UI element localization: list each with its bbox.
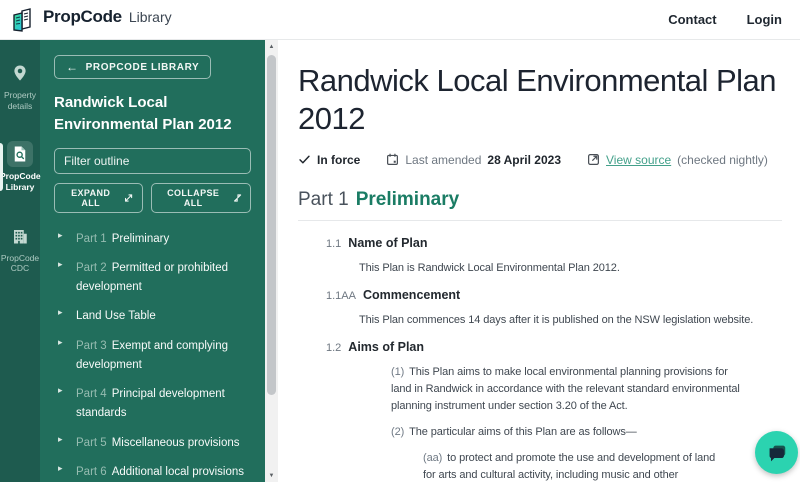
chevron-right-icon[interactable]: ▸: [58, 230, 63, 241]
icon-rail: Property details PropCode Library: [0, 40, 40, 482]
paragraph: (1)This Plan aims to make local environm…: [326, 364, 746, 415]
outline-item-label: Part 3Exempt and complying development: [76, 340, 228, 371]
outline-list: ▸ Part 1Preliminary ▸ Part 2Permitted or pr…: [54, 229, 251, 482]
brand-logo[interactable]: PropCode Library: [10, 7, 172, 33]
expand-icon: [124, 193, 133, 203]
building-icon: [7, 223, 33, 249]
section-number: 1.2: [326, 342, 341, 354]
paragraph: This Plan is Randwick Local Environmenta…: [326, 260, 781, 277]
chevron-right-icon[interactable]: ▸: [58, 434, 63, 445]
outline-item-label: Part 4Principal development standards: [76, 388, 225, 419]
collapse-icon: [233, 193, 242, 203]
chat-bubble-icon: [766, 442, 788, 464]
chat-launcher-button[interactable]: [755, 431, 798, 474]
propcode-logo-icon: [10, 7, 36, 33]
brand-name: PropCode: [43, 7, 122, 27]
section: 1.2 Aims of Plan (1)This Plan aims to make…: [326, 338, 782, 482]
back-button-label: PROPCODE LIBRARY: [86, 62, 200, 73]
location-pin-icon: [7, 60, 33, 86]
back-arrow-icon: ←: [66, 61, 79, 73]
outline-item-label: Part 1Preliminary: [76, 233, 169, 245]
rail-item-label: PropCode Library: [0, 171, 40, 192]
part-number: Part 1: [298, 189, 349, 210]
chevron-right-icon[interactable]: ▸: [58, 307, 63, 318]
part-title: Preliminary: [356, 189, 460, 210]
checked-nightly-note: (checked nightly): [677, 153, 768, 167]
view-source-link[interactable]: View source: [606, 153, 671, 167]
section-number: 1.1: [326, 238, 341, 250]
in-force-status: In force: [298, 153, 360, 167]
brand-suffix: Library: [129, 9, 172, 25]
scroll-up-arrow[interactable]: ▲: [265, 40, 278, 53]
filter-outline-input[interactable]: [54, 148, 251, 174]
paragraph-marker: (2): [391, 426, 404, 438]
collapse-all-button[interactable]: COLLAPSE ALL: [151, 183, 251, 213]
scrollbar-thumb[interactable]: [267, 55, 276, 395]
outline-item[interactable]: ▸ Part 4Principal development standards: [54, 384, 251, 423]
outline-item[interactable]: ▸ Part 2Permitted or prohibited developme…: [54, 258, 251, 297]
section-heading: Commencement: [363, 288, 460, 302]
outline-sidebar: ← PROPCODE LIBRARY Randwick Local Enviro…: [40, 40, 265, 482]
expand-all-label: EXPAND ALL: [63, 188, 118, 208]
section-heading: Aims of Plan: [348, 340, 424, 354]
rail-item-label: Property details: [0, 90, 40, 111]
sidebar-scrollbar[interactable]: ▲ ▼: [265, 40, 278, 482]
rail-item-label: PropCode CDC: [0, 253, 40, 274]
document-pane: Randwick Local Environmental Plan 2012 I…: [278, 40, 800, 482]
paragraph-marker: (1): [391, 366, 404, 378]
last-amended-date: 28 April 2023: [487, 153, 561, 167]
outline-item[interactable]: ▸ Part 3Exempt and complying development: [54, 336, 251, 375]
last-amended-status: Last amended 28 April 2023: [386, 153, 561, 167]
chevron-right-icon[interactable]: ▸: [58, 337, 63, 348]
part-heading: Part 1 Preliminary: [298, 189, 782, 221]
chevron-right-icon[interactable]: ▸: [58, 385, 63, 396]
scroll-down-arrow[interactable]: ▼: [265, 469, 278, 482]
document-search-icon: [7, 141, 33, 167]
sidebar-document-title: Randwick Local Environmental Plan 2012: [54, 92, 251, 136]
rail-item-property-details[interactable]: Property details: [0, 56, 40, 115]
outline-item[interactable]: ▸ Land Use Table: [54, 306, 251, 325]
outline-item-label: Part 5Miscellaneous provisions: [76, 437, 240, 449]
top-header: PropCode Library Contact Login: [0, 0, 800, 40]
check-icon: [298, 153, 311, 166]
rail-item-propcode-cdc[interactable]: PropCode CDC: [0, 219, 40, 278]
outline-item[interactable]: ▸ Part 5Miscellaneous provisions: [54, 433, 251, 452]
paragraph: This Plan commences 14 days after it is …: [326, 312, 781, 329]
section-heading: Name of Plan: [348, 236, 427, 250]
last-amended-label: Last amended: [405, 153, 481, 167]
calendar-icon: [386, 153, 399, 166]
rail-item-propcode-library[interactable]: PropCode Library: [0, 137, 40, 196]
view-source-status: View source (checked nightly): [587, 153, 768, 167]
outline-item[interactable]: ▸ Part 1Preliminary: [54, 229, 251, 248]
chevron-right-icon[interactable]: ▸: [58, 463, 63, 474]
back-to-library-button[interactable]: ← PROPCODE LIBRARY: [54, 55, 211, 79]
outline-item-label: Land Use Table: [76, 310, 156, 322]
document-title: Randwick Local Environmental Plan 2012: [298, 62, 778, 138]
in-force-label: In force: [317, 153, 360, 167]
paragraph: (aa)to protect and promote the use and d…: [326, 450, 721, 482]
section: 1.1AA Commencement This Plan commences 14 …: [326, 286, 782, 329]
paragraph: (2)The particular aims of this Plan are …: [326, 424, 746, 441]
chevron-right-icon[interactable]: ▸: [58, 259, 63, 270]
expand-all-button[interactable]: EXPAND ALL: [54, 183, 143, 213]
outline-item-label: Part 6Additional local provisions: [76, 466, 244, 478]
section-number: 1.1AA: [326, 290, 356, 302]
section: 1.1 Name of Plan This Plan is Randwick Loc…: [326, 234, 782, 277]
external-link-icon: [587, 153, 600, 166]
paragraph-marker: (aa): [423, 452, 442, 464]
outline-item-label: Part 2Permitted or prohibited developmen…: [76, 262, 228, 293]
top-nav: Contact Login: [668, 12, 786, 27]
contact-link[interactable]: Contact: [668, 12, 716, 27]
outline-item[interactable]: ▸ Part 6Additional local provisions: [54, 462, 251, 481]
sections: 1.1 Name of Plan This Plan is Randwick Loc…: [326, 234, 782, 482]
status-row: In force Last amended 28 April 2023 View…: [298, 153, 782, 167]
login-link[interactable]: Login: [747, 12, 782, 27]
outline-controls: EXPAND ALL COLLAPSE ALL: [54, 183, 251, 213]
collapse-all-label: COLLAPSE ALL: [160, 188, 227, 208]
